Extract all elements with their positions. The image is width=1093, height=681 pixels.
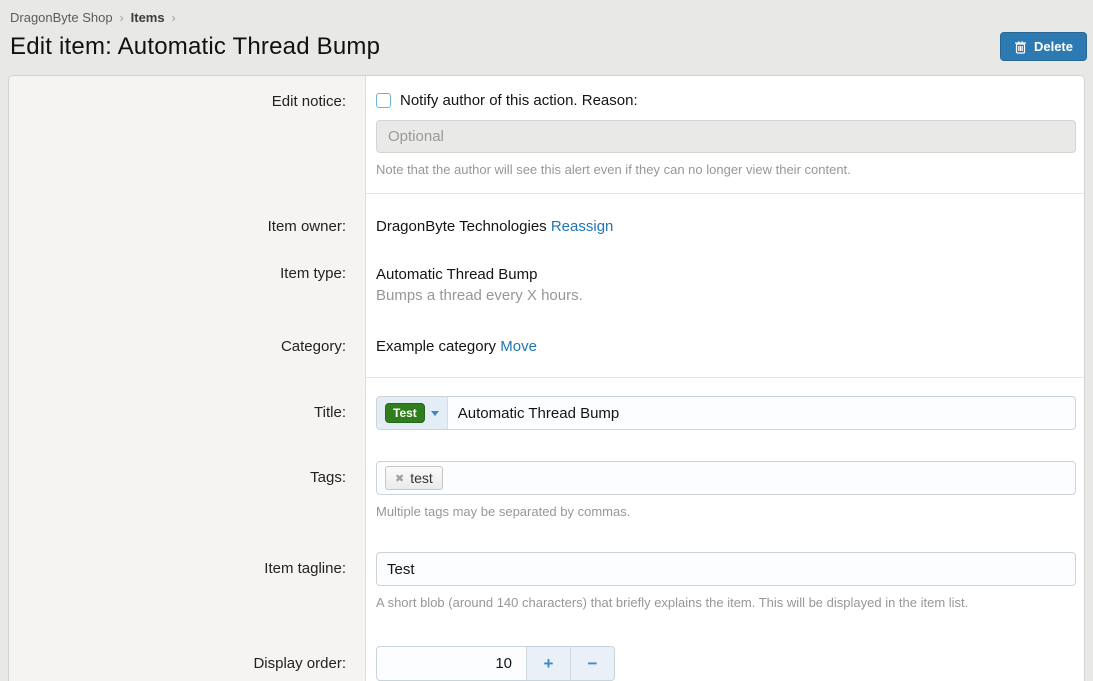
category-label: Category: xyxy=(9,306,366,378)
item-type-value: Automatic Thread Bump xyxy=(376,265,1076,285)
item-type-label: Item type: xyxy=(9,235,366,306)
display-order-input[interactable] xyxy=(377,647,526,680)
display-order-label: Display order: xyxy=(9,610,366,681)
notify-author-checkbox-label[interactable]: Notify author of this action. Reason: xyxy=(400,92,638,109)
item-owner-value: DragonByte Technologies xyxy=(376,218,547,235)
prefix-badge: Test xyxy=(385,403,425,423)
item-type-row: Item type: Automatic Thread Bump Bumps a… xyxy=(9,235,1084,306)
edit-notice-reason-input[interactable] xyxy=(376,120,1076,153)
tagline-label: Item tagline: xyxy=(9,519,366,610)
increment-button[interactable]: + xyxy=(526,647,570,680)
category-value: Example category xyxy=(376,338,496,355)
breadcrumb-root-link[interactable]: DragonByte Shop xyxy=(10,10,113,25)
category-row: Category: Example category Move xyxy=(9,306,1084,378)
tag-chip: ✖ test xyxy=(385,466,443,490)
trash-icon xyxy=(1014,40,1027,54)
remove-tag-icon[interactable]: ✖ xyxy=(395,472,404,485)
reassign-link[interactable]: Reassign xyxy=(551,218,614,235)
tag-chip-label: test xyxy=(410,470,433,486)
minus-icon: − xyxy=(588,654,598,674)
plus-icon: + xyxy=(544,654,554,674)
tags-hint: Multiple tags may be separated by commas… xyxy=(376,504,1076,519)
item-owner-row: Item owner: DragonByte Technologies Reas… xyxy=(9,194,1084,235)
prefix-selector[interactable]: Test xyxy=(377,397,448,429)
breadcrumb-separator-icon: › xyxy=(120,11,124,25)
title-label: Title: xyxy=(9,378,366,430)
display-order-row: Display order: + − xyxy=(9,610,1084,681)
tagline-input-group xyxy=(376,552,1076,586)
move-link[interactable]: Move xyxy=(500,338,537,355)
chevron-down-icon xyxy=(431,411,439,416)
title-input[interactable] xyxy=(448,397,1075,429)
tags-row: Tags: ✖ test Multiple tags may be separa… xyxy=(9,430,1084,519)
breadcrumb: DragonByte Shop › Items › xyxy=(10,10,1087,25)
edit-notice-label: Edit notice: xyxy=(9,76,366,194)
title-row: Title: Test xyxy=(9,378,1084,430)
delete-button-label: Delete xyxy=(1034,39,1073,54)
tagline-row: Item tagline: A short blob (around 140 c… xyxy=(9,519,1084,610)
page-title: Edit item: Automatic Thread Bump xyxy=(10,33,380,61)
edit-notice-hint: Note that the author will see this alert… xyxy=(376,162,1076,177)
page-header: DragonByte Shop › Items › Edit item: Aut… xyxy=(0,0,1093,75)
title-input-group: Test xyxy=(376,396,1076,430)
notify-author-checkbox[interactable] xyxy=(376,93,391,108)
display-order-stepper: + − xyxy=(376,646,615,681)
edit-notice-row: Edit notice: Notify author of this actio… xyxy=(9,76,1084,194)
item-type-description: Bumps a thread every X hours. xyxy=(376,285,1076,306)
breadcrumb-items-link[interactable]: Items xyxy=(131,10,165,25)
decrement-button[interactable]: − xyxy=(570,647,614,680)
edit-item-form: Edit notice: Notify author of this actio… xyxy=(8,75,1085,681)
tagline-input[interactable] xyxy=(377,553,1075,585)
delete-button[interactable]: Delete xyxy=(1000,32,1087,61)
tags-label: Tags: xyxy=(9,430,366,519)
tagline-hint: A short blob (around 140 characters) tha… xyxy=(376,595,1076,610)
tags-input[interactable]: ✖ test xyxy=(376,461,1076,495)
item-owner-label: Item owner: xyxy=(9,194,366,235)
breadcrumb-separator-icon: › xyxy=(172,11,176,25)
